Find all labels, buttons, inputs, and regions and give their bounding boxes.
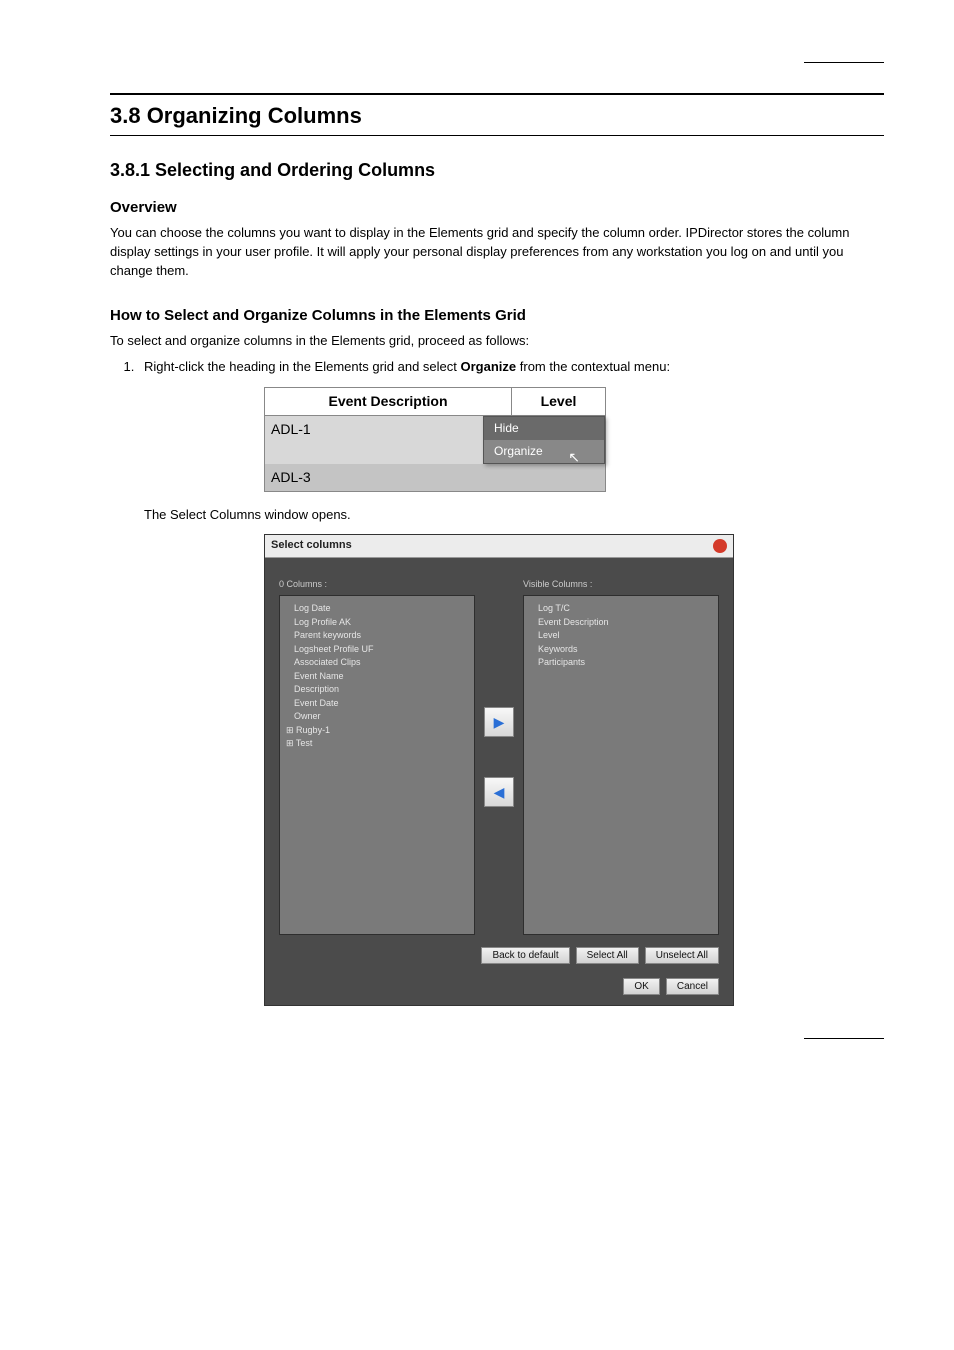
step-1-pre: Right-click the heading in the Elements … [144,359,461,374]
cancel-button[interactable]: Cancel [666,978,719,995]
fig1-row1-cell: ADL-1 [265,416,503,465]
howto-heading: How to Select and Organize Columns in th… [110,307,884,324]
chevron-right-icon: ▶ [494,712,505,732]
header-right-rule [804,60,884,63]
step-1: Right-click the heading in the Elements … [138,358,884,1006]
list-item[interactable]: Owner [286,710,468,724]
fig1-col-header-level[interactable]: Level [512,388,605,414]
list-item[interactable]: ⊞ Rugby-1 [286,724,468,738]
dialog-footer: OK Cancel [265,964,733,1005]
howto-intro: To select and organize columns in the El… [110,332,884,351]
section-title: 3.8 Organizing Columns [110,93,884,136]
left-group-label: 0 Columns : [279,578,475,591]
list-item[interactable]: Description [286,683,468,697]
list-item[interactable]: Level [530,629,712,643]
list-item[interactable]: Event Name [286,670,468,684]
dialog-titlebar: Select columns [265,535,733,558]
list-item[interactable]: Log Profile AK [286,616,468,630]
tree-root-label: Rugby-1 [296,725,330,735]
overview-paragraph: You can choose the columns you want to d… [110,224,884,281]
menu-hide[interactable]: Hide [484,417,604,440]
list-item[interactable]: Parent keywords [286,629,468,643]
tree-root-label: Test [296,738,313,748]
list-item[interactable]: Log Date [286,602,468,616]
unselect-all-button[interactable]: Unselect All [645,947,719,964]
left-column-group: 0 Columns : Log Date Log Profile AK Pare… [279,578,475,935]
menu-organize-label: Organize [494,444,543,458]
list-item[interactable]: Log T/C [530,602,712,616]
right-column-group: Visible Columns : Log T/C Event Descript… [523,578,719,935]
subsection-title: 3.8.1 Selecting and Ordering Columns [110,160,884,181]
cursor-icon: ↖ [568,447,580,467]
select-all-button[interactable]: Select All [576,947,639,964]
move-left-button[interactable]: ◀ [484,777,514,807]
right-list-buttons: Back to default Select All Unselect All [265,943,733,964]
steps-list: Right-click the heading in the Elements … [110,358,884,1006]
select-columns-dialog: Select columns 0 Columns : Log Date Log … [264,534,734,1006]
figure-1: Event Description Level ADL-1 Hide Organ… [264,387,884,491]
available-columns-list[interactable]: Log Date Log Profile AK Parent keywords … [279,595,475,935]
move-right-button[interactable]: ▶ [484,707,514,737]
chevron-left-icon: ◀ [494,782,505,802]
list-item[interactable]: Event Date [286,697,468,711]
overview-heading: Overview [110,199,884,216]
figure-2: Select columns 0 Columns : Log Date Log … [264,534,884,1006]
list-item[interactable]: Logsheet Profile UF [286,643,468,657]
step-1-bold: Organize [461,359,517,374]
back-to-default-button[interactable]: Back to default [481,947,569,964]
menu-organize[interactable]: Organize ↖ [484,440,604,463]
close-icon[interactable] [713,539,727,553]
list-item[interactable]: ⊞ Test [286,737,468,751]
list-item[interactable]: Event Description [530,616,712,630]
fig1-context-menu: Hide Organize ↖ [483,416,605,465]
transfer-buttons: ▶ ◀ [483,578,515,935]
fig1-row2-cell: ADL-3 [265,464,605,490]
list-item[interactable]: Participants [530,656,712,670]
ok-button[interactable]: OK [623,978,659,995]
dialog-title: Select columns [271,538,352,554]
list-item[interactable]: Associated Clips [286,656,468,670]
fig1-col-header-event[interactable]: Event Description [265,388,512,414]
step-1b: The Select Columns window opens. [144,507,351,522]
visible-columns-list[interactable]: Log T/C Event Description Level Keywords… [523,595,719,935]
step-1-post: from the contextual menu: [516,359,670,374]
footer-right-rule [804,1036,884,1039]
list-item[interactable]: Keywords [530,643,712,657]
right-group-label: Visible Columns : [523,578,719,591]
